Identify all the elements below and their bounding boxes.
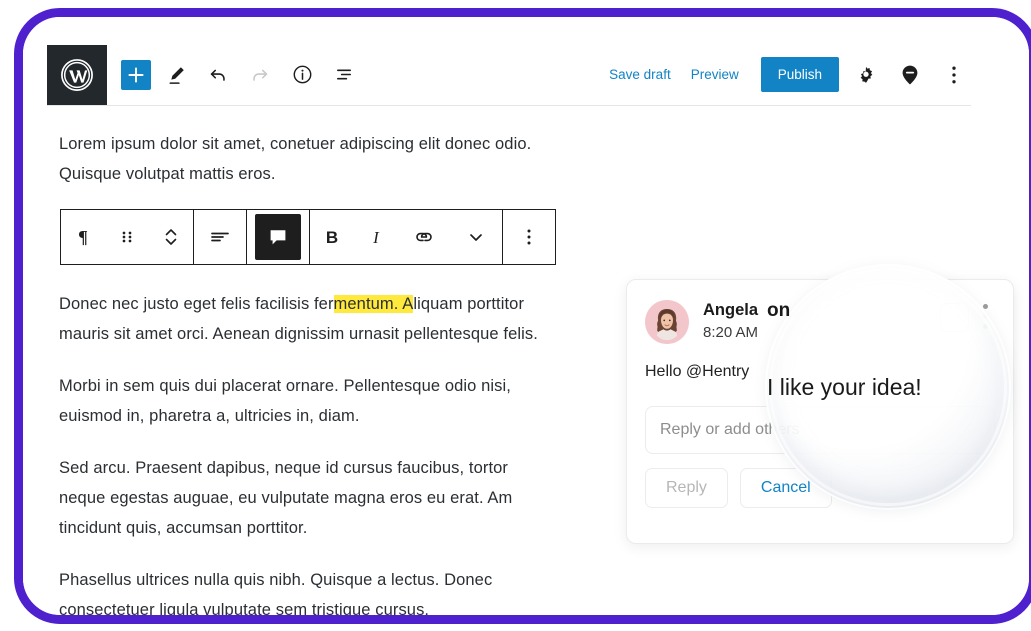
wordpress-logo[interactable] xyxy=(47,44,107,105)
paragraph-2[interactable]: Donec nec justo eget felis facilisis fer… xyxy=(59,289,559,349)
italic-icon[interactable]: I xyxy=(354,210,398,264)
save-draft-button[interactable]: Save draft xyxy=(599,61,681,88)
comment-author-name: Angela xyxy=(703,301,759,319)
editor-top-bar: Save draft Preview Publish xyxy=(47,44,971,106)
link-icon[interactable] xyxy=(398,210,450,264)
more-options-icon[interactable] xyxy=(503,210,555,264)
block-toolbar: ¶ B I xyxy=(60,209,556,265)
publish-button[interactable]: Publish xyxy=(760,57,839,92)
block-toolbar-group-comment xyxy=(247,210,310,264)
comment-header: Angela 8:20 AM xyxy=(627,280,1013,344)
block-toolbar-group-more xyxy=(503,210,555,264)
comment-card: Angela 8:20 AM Hello @Hentry Reply or ad… xyxy=(626,279,1014,544)
editor-tools-right: Save draft Preview Publish xyxy=(599,57,971,92)
list-view-icon[interactable] xyxy=(327,58,361,92)
cancel-button[interactable]: Cancel xyxy=(739,468,832,508)
editor-canvas: Save draft Preview Publish Lorem ipsum d… xyxy=(23,17,1029,615)
purple-frame: Save draft Preview Publish Lorem ipsum d… xyxy=(14,8,1031,624)
paragraph-4[interactable]: Sed arcu. Praesent dapibus, neque id cur… xyxy=(59,453,559,543)
undo-icon[interactable] xyxy=(201,58,235,92)
align-text-icon[interactable] xyxy=(194,210,246,264)
editor-tools-left xyxy=(121,58,369,92)
comment-author-meta: Angela 8:20 AM xyxy=(703,300,758,344)
block-toolbar-group-block: ¶ xyxy=(61,210,194,264)
preview-button[interactable]: Preview xyxy=(681,61,749,88)
move-up-down-icon[interactable] xyxy=(149,210,193,264)
redo-icon[interactable] xyxy=(243,58,277,92)
comment-actions xyxy=(940,300,995,332)
drag-handle-icon[interactable] xyxy=(105,210,149,264)
avatar xyxy=(645,300,689,344)
paragraph-5[interactable]: Phasellus ultrices nulla quis nibh. Quis… xyxy=(59,565,559,615)
comment-body: Hello @Hentry xyxy=(645,363,750,380)
comment-timestamp: 8:20 AM xyxy=(703,324,759,341)
paragraph-block-type-icon[interactable]: ¶ xyxy=(61,210,105,264)
block-toolbar-group-format: B I xyxy=(310,210,503,264)
svg-text:B: B xyxy=(326,228,338,247)
comment-more-icon[interactable] xyxy=(975,303,995,330)
svg-text:I: I xyxy=(372,228,380,247)
document-content: Lorem ipsum dolor sit amet, conetuer adi… xyxy=(59,129,559,615)
paragraph-2-before: Donec nec justo eget felis facilisis fer xyxy=(59,295,334,313)
paragraph-3[interactable]: Morbi in sem quis dui placerat ornare. P… xyxy=(59,371,559,431)
reply-input[interactable]: Reply or add others xyxy=(645,406,995,454)
chevron-down-icon[interactable] xyxy=(450,210,502,264)
reply-placeholder: Reply or add others xyxy=(660,421,800,438)
paragraph-1[interactable]: Lorem ipsum dolor sit amet, conetuer adi… xyxy=(59,129,559,189)
text-highlight: mentum. A xyxy=(333,295,414,313)
block-toolbar-group-align xyxy=(194,210,247,264)
comment-buttons: Reply Cancel xyxy=(645,468,995,508)
more-vertical-icon[interactable] xyxy=(937,58,971,92)
location-pin-icon[interactable] xyxy=(893,58,927,92)
bold-icon[interactable]: B xyxy=(310,210,354,264)
edit-pencil-icon[interactable] xyxy=(159,58,193,92)
reply-button[interactable]: Reply xyxy=(645,468,728,508)
add-block-button[interactable] xyxy=(121,59,151,90)
svg-text:¶: ¶ xyxy=(78,227,88,247)
resolve-checkbox[interactable] xyxy=(940,303,969,332)
info-icon[interactable] xyxy=(285,58,319,92)
add-comment-icon[interactable] xyxy=(255,214,301,260)
gear-icon[interactable] xyxy=(849,58,883,92)
